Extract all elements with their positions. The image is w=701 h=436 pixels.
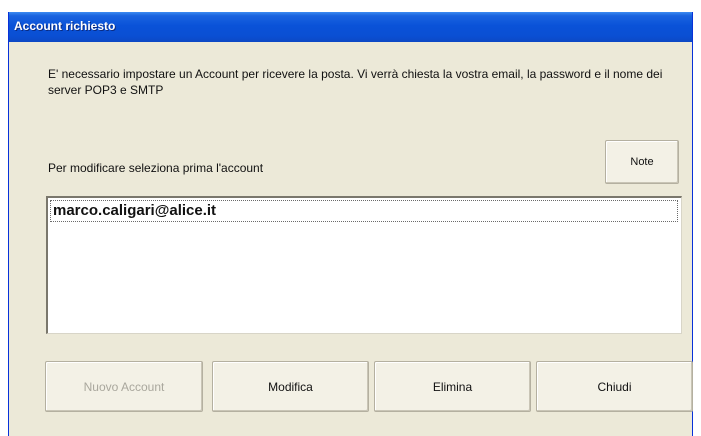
note-button[interactable]: Note	[605, 140, 679, 184]
close-button[interactable]: Chiudi	[536, 361, 693, 412]
delete-button[interactable]: Elimina	[374, 361, 531, 412]
list-item[interactable]: marco.caligari@alice.it	[50, 200, 678, 222]
edit-button[interactable]: Modifica	[212, 361, 369, 412]
description-text: E' necessario impostare un Account per r…	[48, 67, 663, 97]
window-title: Account richiesto	[14, 19, 116, 33]
instruction-text: Per modificare seleziona prima l'account	[48, 161, 264, 175]
account-list[interactable]: marco.caligari@alice.it	[46, 196, 682, 334]
title-bar[interactable]: Account richiesto	[9, 12, 692, 42]
account-dialog: Account richiesto E' necessario impostar…	[8, 12, 693, 436]
new-account-button[interactable]: Nuovo Account	[45, 361, 203, 412]
